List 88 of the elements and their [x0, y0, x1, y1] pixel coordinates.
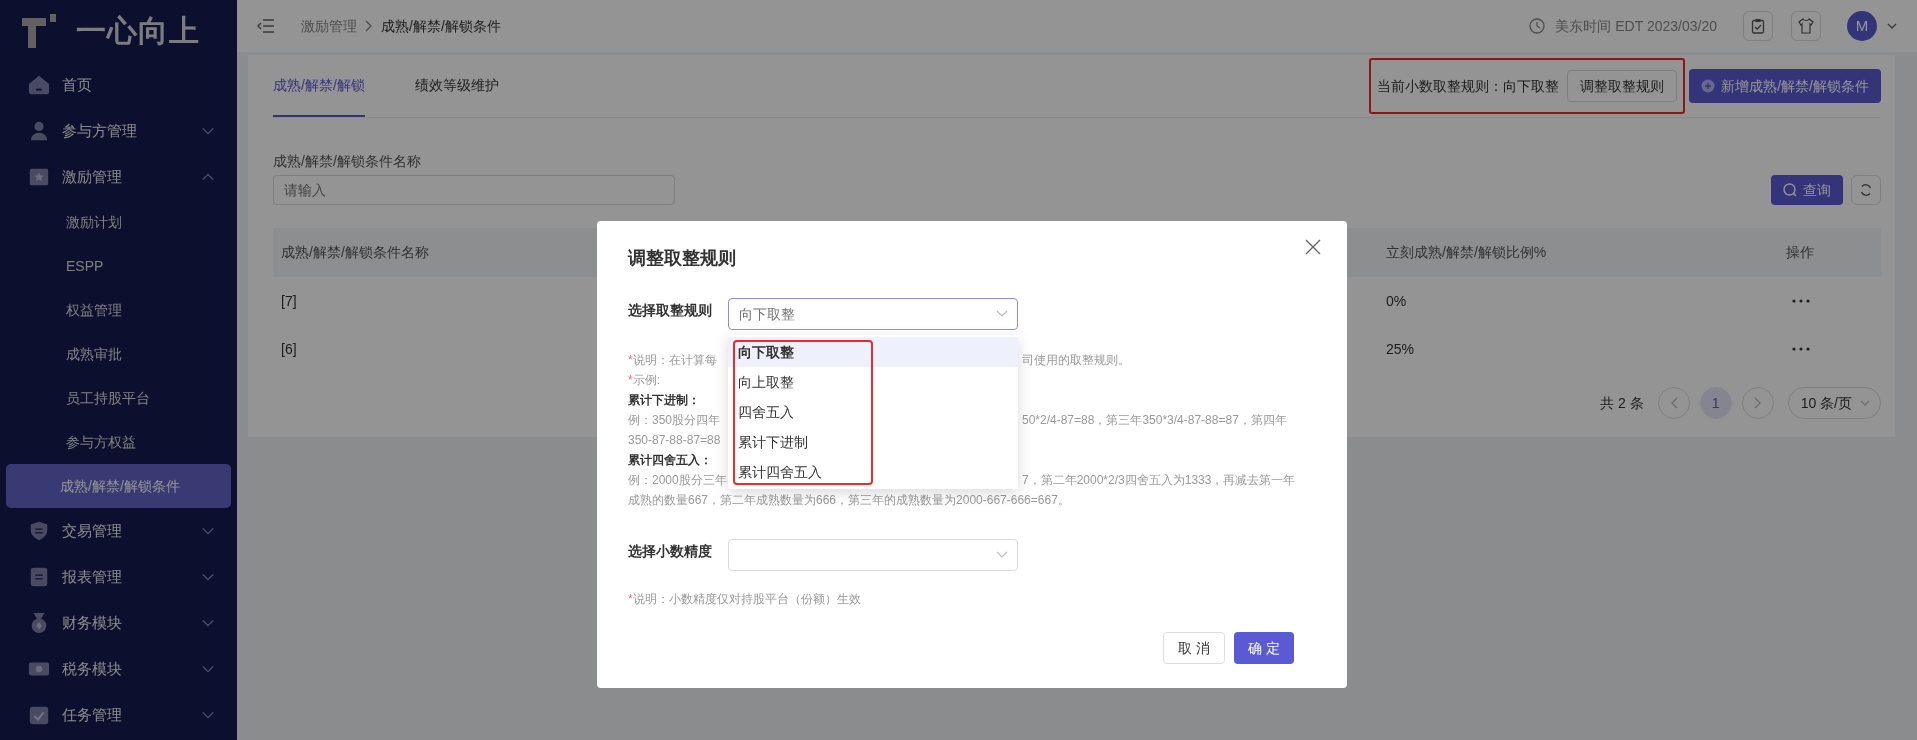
refresh-icon — [1859, 183, 1873, 197]
example-heading: 累计四舍五入： — [628, 453, 712, 467]
field-label: 选择小数精度 — [628, 541, 713, 561]
chevron-right-icon — [365, 20, 373, 32]
name-input[interactable]: 请输入 — [273, 175, 675, 205]
table-cell-text: [6] — [281, 339, 297, 359]
caret-icon — [1860, 399, 1870, 407]
clock-icon — [1529, 18, 1546, 34]
search-icon — [1783, 183, 1797, 197]
sidebar-item[interactable]: 首页 — [0, 62, 237, 108]
caret-icon — [996, 551, 1008, 559]
logo-text: 一心向上 — [76, 16, 200, 46]
table-cell-text: 0% — [1386, 291, 1407, 311]
note-text: 说明：小数精度仅对持股平台（份额）生效 — [632, 592, 861, 606]
dropdown-option[interactable]: 累计四舍五入 — [728, 457, 1018, 487]
caret-icon[interactable] — [1887, 22, 1897, 30]
adjust-rule-button[interactable]: 调整取整规则 — [1567, 70, 1678, 102]
sidebar-subitem[interactable]: 激励计划 — [6, 200, 231, 244]
sidebar-subitem[interactable]: 参与方权益 — [6, 420, 231, 464]
field-label: 成熟/解禁/解锁条件名称 — [273, 152, 422, 171]
sidebar-item[interactable]: 参与方管理 — [0, 108, 237, 154]
column-header: 操作 — [1786, 243, 1814, 262]
field-label: 选择取整规则 — [628, 300, 713, 320]
dialog-title: 调整取整规则 — [628, 247, 737, 270]
tab[interactable]: 成熟/解禁/解锁 — [273, 55, 365, 117]
sidebar-item[interactable]: 税务模块 — [0, 646, 237, 692]
note-text: 说明：在计算每 — [632, 353, 717, 367]
example-heading: 累计下进制： — [628, 393, 700, 407]
sidebar-item[interactable]: 财务模块 — [0, 600, 237, 646]
example-text: 350-87-88-87=88 — [628, 433, 721, 447]
example-text: 成熟的数量667，第二年成熟数量为666，第三年的成熟数量为2000-667-666=667。 — [628, 493, 1070, 507]
caret-icon — [996, 310, 1008, 318]
close-icon — [1305, 239, 1321, 255]
sidebar-item[interactable]: 报表管理 — [0, 554, 237, 600]
note-text: 司使用的取整规则。 — [1022, 352, 1131, 369]
page-button[interactable]: 1 — [1699, 387, 1732, 419]
avatar[interactable]: M — [1847, 11, 1877, 41]
sidebar-subitem[interactable]: 成熟/解禁/解锁条件 — [6, 464, 231, 508]
calendar-check-icon — [28, 704, 50, 726]
confirm-button[interactable]: 确 定 — [1234, 632, 1294, 664]
sidebar-subitem[interactable]: 权益管理 — [6, 288, 231, 332]
sidebar-subitem[interactable]: 员工持股平台 — [6, 376, 231, 420]
cancel-button[interactable]: 取 消 — [1163, 632, 1226, 664]
tab[interactable]: 绩效等级维护 — [414, 55, 499, 117]
column-header: 立刻成熟/解禁/解锁比例% — [1386, 243, 1547, 262]
document-icon — [28, 566, 50, 588]
house-icon — [28, 74, 50, 96]
person-icon — [28, 120, 50, 142]
clipboard-check-icon — [1750, 18, 1766, 34]
example-text: 例：2000股分三年 — [628, 473, 727, 487]
search-button[interactable]: 查询 — [1771, 175, 1843, 205]
dropdown-option[interactable]: 累计下进制 — [728, 427, 1018, 457]
table-cell-text: [7] — [281, 291, 297, 311]
sidebar-item[interactable]: 激励管理 — [0, 154, 237, 200]
shirt-button[interactable] — [1791, 11, 1821, 41]
rounding-select[interactable]: 向下取整 — [728, 298, 1018, 330]
example-text: 50*2/4-87=88，第三年350*3/4-87-88=87，第四年 — [1022, 412, 1288, 429]
required-mark: * — [628, 373, 633, 387]
refresh-button[interactable] — [1851, 175, 1881, 205]
plus-circle-icon — [1701, 79, 1716, 93]
collapse-menu-icon[interactable] — [257, 18, 275, 34]
sidebar-item[interactable]: 任务管理 — [0, 692, 237, 738]
required-mark: * — [628, 592, 633, 606]
chevron-left-icon — [1669, 397, 1678, 409]
more-icon[interactable] — [1792, 347, 1810, 351]
table-cell-text: 25% — [1386, 339, 1415, 359]
sidebar-subitem[interactable]: ESPP — [6, 244, 231, 288]
shirt-icon — [1798, 18, 1814, 34]
star-card-icon — [28, 166, 50, 188]
column-header: 成熟/解禁/解锁条件名称 — [281, 243, 429, 262]
total-count: 共 2 条 — [1600, 393, 1644, 413]
note-text: 示例: — [632, 373, 660, 387]
required-mark: * — [628, 353, 633, 367]
sidebar-item[interactable]: 交易管理 — [0, 508, 237, 554]
example-text: 7，第二年2000*2/3四舍五入为1333，再减去第一年 — [1022, 472, 1297, 489]
page-size-select[interactable]: 10 条/页 — [1787, 387, 1881, 419]
dropdown-option[interactable]: 向上取整 — [728, 367, 1018, 397]
clipboard-button[interactable] — [1743, 11, 1773, 41]
rounding-rule-text: 当前小数取整规则：向下取整 — [1377, 76, 1560, 96]
dropdown-option[interactable]: 向下取整 — [728, 337, 1018, 367]
dropdown-option[interactable]: 四舍五入 — [728, 397, 1018, 427]
example-text: 例：350股分四年 — [628, 413, 721, 427]
add-condition-button[interactable]: 新增成熟/解禁/解锁条件 — [1689, 69, 1881, 103]
chevron-right-icon — [1753, 397, 1762, 409]
time-text: 美东时间 EDT 2023/03/20 — [1555, 16, 1717, 36]
more-icon[interactable] — [1792, 299, 1810, 303]
sidebar-subitem[interactable]: 成熟审批 — [6, 332, 231, 376]
breadcrumb-item: 成熟/解禁/解锁条件 — [381, 16, 501, 36]
